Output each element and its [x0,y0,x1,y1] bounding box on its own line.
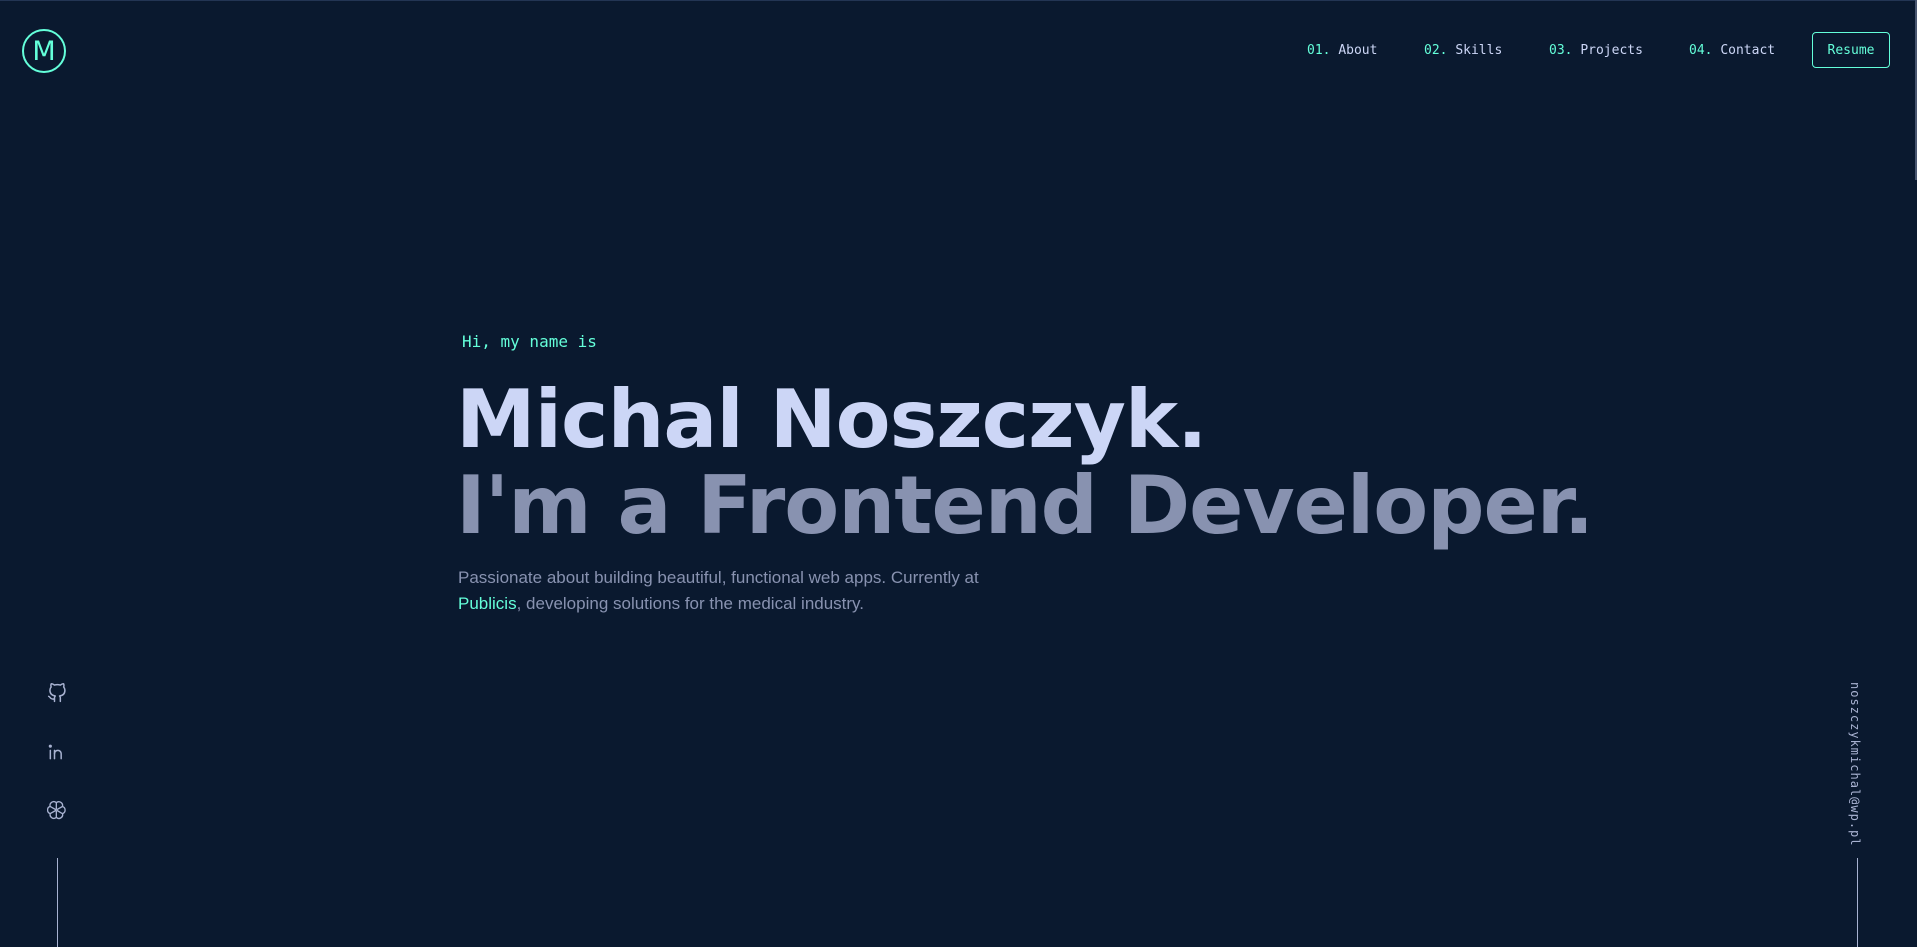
resume-button[interactable]: Resume [1812,32,1890,68]
nav-item-number: 01. [1307,43,1331,58]
nav-item-label: Contact [1720,43,1776,58]
nav-item-label: Projects [1580,43,1643,58]
nav-item-label: Skills [1455,43,1503,58]
hero-description-end: , developing solutions for the medical i… [516,594,865,613]
hero-description: Passionate about building beautiful, fun… [458,565,1018,617]
nav-item-number: 02. [1424,43,1448,58]
logo-letter: M [32,35,56,67]
nav-item-contact[interactable]: 04. Contact [1689,43,1775,58]
github-icon [47,683,66,703]
hero-intro: Hi, my name is [462,332,597,351]
top-border [0,0,1917,1]
hero-description-start: Passionate about building beautiful, fun… [458,568,979,587]
hero-role: I'm a Frontend Developer. [456,459,1594,552]
hero-name: Michal Noszczyk. [456,373,1207,466]
nav-item-label: About [1338,43,1378,58]
nav-item-number: 04. [1689,43,1713,58]
openai-link[interactable] [44,797,70,823]
nav-item-skills[interactable]: 02. Skills [1424,43,1502,58]
github-link[interactable] [44,680,70,706]
openai-icon [47,801,66,820]
linkedin-link[interactable] [44,739,70,765]
logo[interactable]: M [22,29,66,73]
nav-item-about[interactable]: 01. About [1307,43,1377,58]
nav-item-projects[interactable]: 03. Projects [1549,43,1643,58]
company-link[interactable]: Publicis [458,594,517,613]
email-divider-line [1857,858,1858,947]
nav-item-number: 03. [1549,43,1573,58]
social-divider-line [57,858,58,947]
email-link[interactable]: noszczykmichal@wp.pl [1848,682,1862,847]
linkedin-icon [48,744,62,760]
